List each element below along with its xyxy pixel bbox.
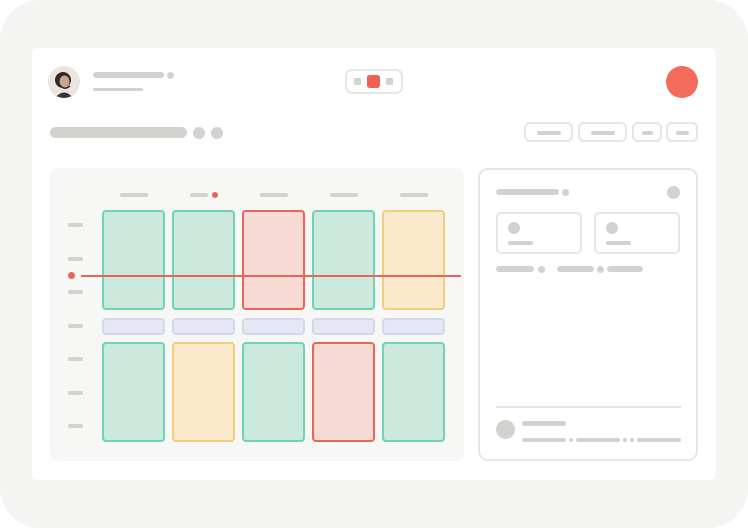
stat-card[interactable] [496, 212, 582, 254]
user-avatar[interactable] [48, 66, 80, 98]
toolbar-button[interactable] [578, 122, 627, 142]
meta-separator [538, 266, 545, 273]
app-frame [0, 0, 748, 528]
view-option-left[interactable] [354, 78, 361, 85]
panel-title-dot [562, 189, 569, 196]
event-block[interactable] [102, 342, 165, 442]
day-header [330, 193, 358, 197]
break-slot[interactable] [172, 318, 235, 335]
time-label [68, 290, 83, 294]
time-label [68, 257, 83, 261]
event-block[interactable] [312, 210, 375, 310]
break-slot[interactable] [242, 318, 305, 335]
toolbar-button[interactable] [524, 122, 573, 142]
day-header [260, 193, 288, 197]
view-option-active[interactable] [367, 75, 380, 88]
panel-divider [496, 406, 681, 408]
event-block[interactable] [382, 210, 445, 310]
calendar-card [32, 48, 716, 480]
footer-meta-placeholder [576, 438, 620, 442]
stat-icon [508, 222, 520, 234]
footer-avatar[interactable] [496, 420, 515, 439]
break-slot[interactable] [312, 318, 375, 335]
footer-meta-placeholder [522, 438, 566, 442]
stat-label [508, 241, 533, 245]
footer-name-placeholder [522, 421, 566, 426]
day-header [120, 193, 148, 197]
user-name-placeholder [93, 72, 164, 78]
meta-placeholder [607, 266, 643, 272]
meta-placeholder [557, 266, 594, 272]
schedule-grid [50, 168, 464, 461]
person-icon [48, 66, 80, 98]
meta-placeholder [496, 266, 534, 272]
break-slot[interactable] [382, 318, 445, 335]
time-label [68, 324, 83, 328]
stat-label [606, 241, 631, 245]
event-block[interactable] [382, 342, 445, 442]
meta-separator [597, 266, 604, 273]
today-indicator [212, 192, 218, 198]
day-header [400, 193, 428, 197]
day-header-today [190, 193, 208, 197]
time-label [68, 357, 83, 361]
stat-icon [606, 222, 618, 234]
status-dot [167, 72, 174, 79]
title-action-icon[interactable] [193, 127, 205, 139]
view-toggle[interactable] [345, 69, 403, 94]
time-label [68, 424, 83, 428]
record-button[interactable] [666, 66, 698, 98]
panel-menu-icon[interactable] [667, 186, 680, 199]
details-panel [478, 168, 698, 461]
event-block[interactable] [242, 342, 305, 442]
event-block[interactable] [102, 210, 165, 310]
user-role-placeholder [93, 88, 143, 91]
event-block[interactable] [172, 342, 235, 442]
event-block[interactable] [242, 210, 305, 310]
title-action-icon[interactable] [211, 127, 223, 139]
footer-separator [630, 438, 634, 442]
event-block[interactable] [172, 210, 235, 310]
footer-meta-placeholder [637, 438, 681, 442]
toolbar-button[interactable] [632, 122, 662, 142]
page-title-placeholder [50, 127, 187, 138]
stat-card[interactable] [594, 212, 680, 254]
time-label [68, 223, 83, 227]
break-slot[interactable] [102, 318, 165, 335]
event-block[interactable] [312, 342, 375, 442]
footer-separator [569, 438, 573, 442]
time-label [68, 391, 83, 395]
view-option-right[interactable] [386, 78, 393, 85]
panel-title-placeholder [496, 189, 559, 195]
toolbar-button[interactable] [666, 122, 698, 142]
current-time-line [81, 275, 461, 277]
current-time-dot [68, 272, 75, 279]
footer-separator [623, 438, 627, 442]
